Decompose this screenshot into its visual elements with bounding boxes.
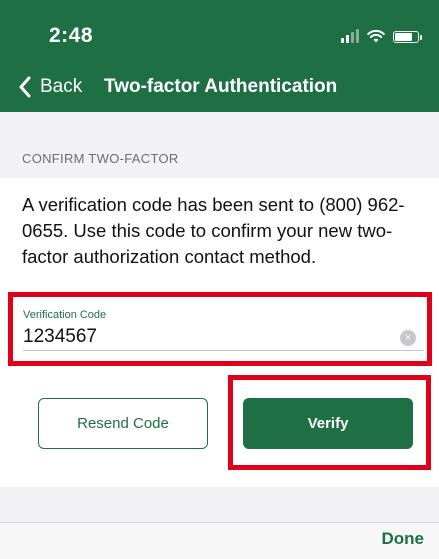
keyboard-toolbar — [0, 522, 439, 559]
back-button[interactable]: Back — [18, 76, 82, 98]
done-button[interactable]: Done — [382, 529, 425, 549]
status-icons — [341, 27, 422, 43]
back-label: Back — [40, 76, 83, 97]
verification-message: A verification code has been sent to (80… — [22, 192, 426, 270]
status-time: 2:48 — [49, 24, 94, 47]
verification-code-label: Verification Code — [23, 309, 107, 321]
footer-band — [0, 487, 439, 522]
verify-button[interactable]: Verify — [243, 398, 413, 449]
wifi-icon — [367, 29, 385, 43]
section-header-band — [0, 112, 439, 178]
signal-icon — [341, 29, 359, 43]
field-underline — [23, 350, 424, 351]
clear-icon[interactable]: × — [400, 330, 416, 346]
section-label: CONFIRM TWO-FACTOR — [22, 151, 179, 166]
message-prefix: A verification code has been sent to — [22, 194, 320, 215]
message-suffix: . Use this code to confirm your new two-… — [22, 220, 393, 267]
app-header: 2:48 Back Two-factor Authentication — [0, 0, 439, 112]
battery-icon — [393, 31, 422, 43]
resend-code-button[interactable]: Resend Code — [38, 398, 208, 449]
chevron-left-icon — [19, 76, 31, 98]
page-title: Two-factor Authentication — [104, 76, 338, 97]
verification-code-input[interactable] — [23, 326, 383, 348]
toolbar-divider — [0, 522, 439, 523]
